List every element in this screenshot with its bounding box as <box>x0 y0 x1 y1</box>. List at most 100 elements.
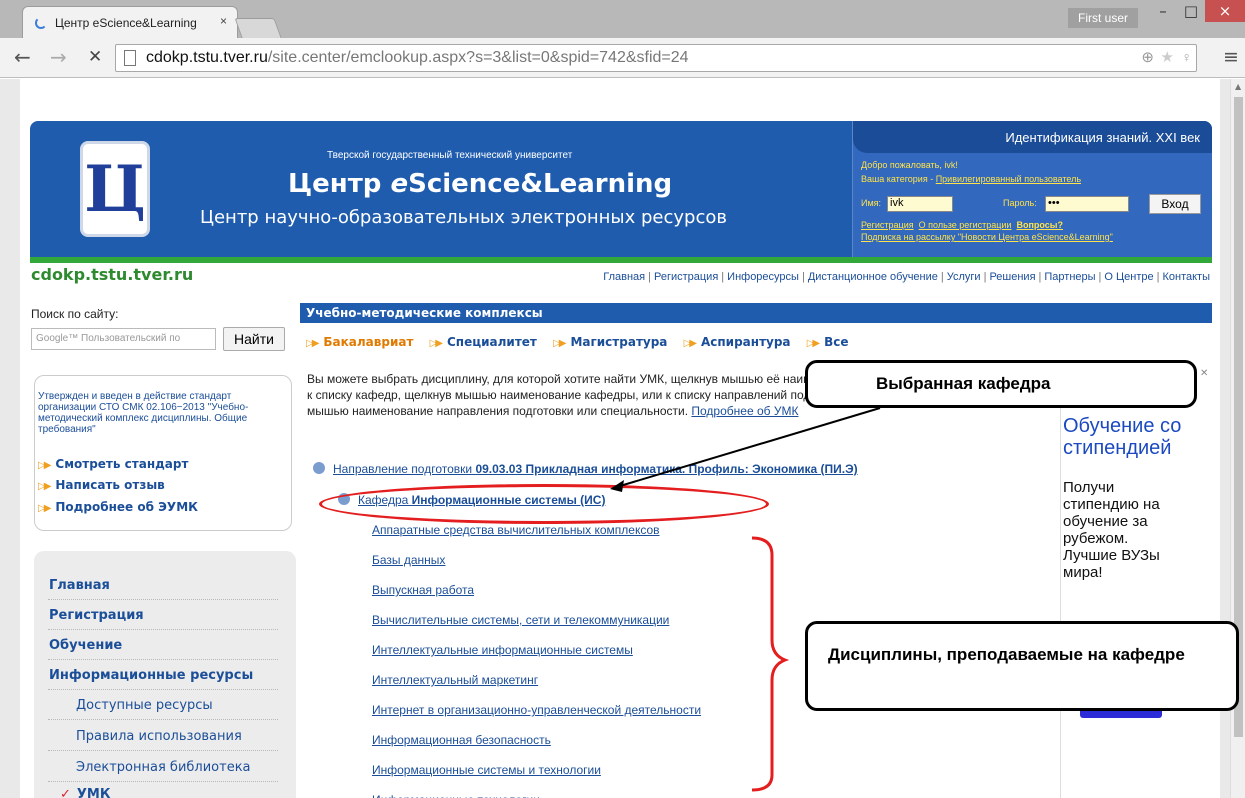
topnav-link[interactable]: Инфоресурсы <box>727 271 799 283</box>
double-arrow-icon: ▷▶ <box>38 503 51 514</box>
close-tab-icon[interactable]: × <box>220 14 227 28</box>
double-arrow-icon: ▷▶ <box>38 481 51 492</box>
category-text: Ваша категория - Привилегированный польз… <box>861 174 1082 184</box>
university-name: Тверской государственный технический уни… <box>327 150 573 161</box>
top-navigation: Главная | Регистрация | Инфоресурсы | Дистанци… <box>603 271 1210 283</box>
scroll-up-icon[interactable]: ▲ <box>1235 82 1241 91</box>
loading-icon <box>35 17 47 29</box>
site-search-input[interactable]: Google™ Пользовательский по <box>31 328 216 350</box>
discipline-link[interactable]: Информационная безопасность <box>372 733 551 747</box>
view-standard-link[interactable]: ▷▶ Смотреть стандарт <box>38 457 188 471</box>
level-postgraduate-link[interactable]: ▷▶ Аспирантура <box>684 335 791 349</box>
site-logo[interactable]: Ц <box>80 141 150 237</box>
page-icon <box>124 50 136 66</box>
discipline-link[interactable]: Аппаратные средства вычислительных компл… <box>372 523 660 537</box>
double-arrow-icon: ▷▶ <box>553 338 566 349</box>
browser-titlebar: Центр eScience&Learning × First user – □… <box>0 0 1245 38</box>
menu-subitem-usage-rules[interactable]: Правила использования <box>76 729 242 744</box>
login-button[interactable]: Вход <box>1149 194 1201 214</box>
ad-body[interactable]: Получи стипендию на обучение за рубежом.… <box>1063 479 1173 581</box>
back-button[interactable]: ← <box>14 46 31 68</box>
menu-divider <box>48 781 278 782</box>
auth-heading: Идентификация знаний. XXI век <box>853 121 1212 153</box>
discipline-link[interactable]: Выпускная работа <box>372 583 474 597</box>
site-header-banner: Ц Тверской государственный технический у… <box>30 121 1212 263</box>
menu-item-info-resources[interactable]: Информационные ресурсы <box>49 668 253 683</box>
register-link[interactable]: Регистрация <box>861 220 914 230</box>
maximize-button[interactable]: □ <box>1176 0 1206 22</box>
level-all-link[interactable]: ▷▶ Все <box>807 335 849 349</box>
menu-item-home[interactable]: Главная <box>49 578 110 593</box>
minimize-button[interactable]: – <box>1148 0 1178 22</box>
level-master-link[interactable]: ▷▶ Магистратура <box>553 335 667 349</box>
topnav-link[interactable]: О Центре <box>1104 271 1153 283</box>
topnav-link[interactable]: Решения <box>989 271 1035 283</box>
double-arrow-icon: ▷▶ <box>306 338 319 349</box>
username-input[interactable]: ivk <box>887 196 953 212</box>
questions-link[interactable]: Вопросы? <box>1016 220 1063 230</box>
tree-node-icon <box>313 462 325 474</box>
topnav-link[interactable]: Партнеры <box>1044 271 1095 283</box>
search-label: Поиск по сайту: <box>31 307 119 321</box>
menu-divider <box>48 689 278 690</box>
level-bachelor-link[interactable]: ▷▶ Бакалавриат <box>306 335 413 349</box>
menu-divider <box>48 719 278 720</box>
discipline-link[interactable]: Информационные технологии <box>372 793 540 798</box>
nav-separator: | <box>721 271 725 283</box>
menu-divider <box>48 750 278 751</box>
discipline-link[interactable]: Интернет в организационно-управленческой… <box>372 703 701 717</box>
menu-item-education[interactable]: Обучение <box>49 638 122 653</box>
topnav-link[interactable]: Дистанционное обучение <box>808 271 938 283</box>
direction-link[interactable]: Направление подготовки 09.03.03 Прикладн… <box>313 462 858 476</box>
password-input[interactable]: ••• <box>1045 196 1129 212</box>
zoom-icon[interactable]: ⊕ <box>1141 48 1154 66</box>
subscribe-link[interactable]: Подписка на рассылку "Новости Центра eSc… <box>861 232 1113 242</box>
search-button[interactable]: Найти <box>223 327 285 351</box>
double-arrow-icon: ▷▶ <box>683 338 697 349</box>
stop-button[interactable]: ✕ <box>88 46 102 68</box>
menu-subitem-available-resources[interactable]: Доступные ресурсы <box>76 698 213 713</box>
menu-subitem-e-library[interactable]: Электронная библиотека <box>76 760 251 775</box>
menu-item-registration[interactable]: Регистрация <box>49 608 144 623</box>
tab-title: Центр eScience&Learning <box>55 16 197 30</box>
close-window-button[interactable]: × <box>1205 0 1245 22</box>
site-domain-label: cdokp.tstu.tver.ru <box>31 265 194 284</box>
registration-benefit-link[interactable]: О пользе регистрации <box>919 220 1012 230</box>
browser-tab[interactable]: Центр eScience&Learning × <box>22 6 238 38</box>
ad-close-icon[interactable]: ✕ <box>1200 368 1208 379</box>
double-arrow-icon: ▷▶ <box>38 460 51 471</box>
topnav-link[interactable]: Услуги <box>947 271 981 283</box>
topnav-link[interactable]: Контакты <box>1162 271 1210 283</box>
more-about-eumk-link[interactable]: ▷▶ Подробнее об ЭУМК <box>38 500 198 514</box>
menu-divider <box>48 599 278 600</box>
name-label: Имя: <box>861 198 882 208</box>
new-tab-button[interactable] <box>234 18 282 38</box>
more-about-umk-link[interactable]: Подробнее об УМК <box>691 404 798 418</box>
discipline-link[interactable]: Интеллектуальный маркетинг <box>372 673 538 687</box>
ad-headline[interactable]: Обучение со стипендией <box>1063 415 1203 459</box>
write-review-link[interactable]: ▷▶ Написать отзыв <box>38 478 165 492</box>
discipline-link[interactable]: Вычислительные системы, сети и телекомму… <box>372 613 669 627</box>
nav-separator: | <box>648 271 651 283</box>
topnav-link[interactable]: Регистрация <box>654 271 718 283</box>
brand-subtitle: Центр научно-образовательных электронных… <box>200 207 728 228</box>
nav-separator: | <box>940 271 944 283</box>
level-specialist-link[interactable]: ▷▶ Специалитет <box>430 335 537 349</box>
brand-title: Центр eScience&Learning <box>288 169 673 199</box>
disciplines-callout: Дисциплины, преподаваемые на кафедре <box>805 621 1239 711</box>
logo-letter: Ц <box>84 152 146 227</box>
double-arrow-icon: ▷▶ <box>429 338 443 349</box>
extension-icon[interactable]: ♀ <box>1182 49 1193 65</box>
bookmark-star-icon[interactable]: ★ <box>1161 48 1174 66</box>
forward-button[interactable]: → <box>50 46 67 68</box>
profile-button[interactable]: First user <box>1068 8 1139 28</box>
chrome-menu-button[interactable]: ≡ <box>1223 46 1239 68</box>
menu-item-umk[interactable]: ✓ УМК <box>60 787 111 798</box>
address-bar[interactable]: cdokp.tstu.tver.ru/site.center/emclookup… <box>115 44 1197 72</box>
category-link[interactable]: Привилегированный пользователь <box>936 174 1081 184</box>
discipline-link[interactable]: Информационные системы и технологии <box>372 763 601 777</box>
discipline-link[interactable]: Интеллектуальные информационные системы <box>372 643 633 657</box>
topnav-link[interactable]: Главная <box>603 271 645 283</box>
discipline-link[interactable]: Базы данных <box>372 553 445 567</box>
menu-divider <box>48 659 278 660</box>
